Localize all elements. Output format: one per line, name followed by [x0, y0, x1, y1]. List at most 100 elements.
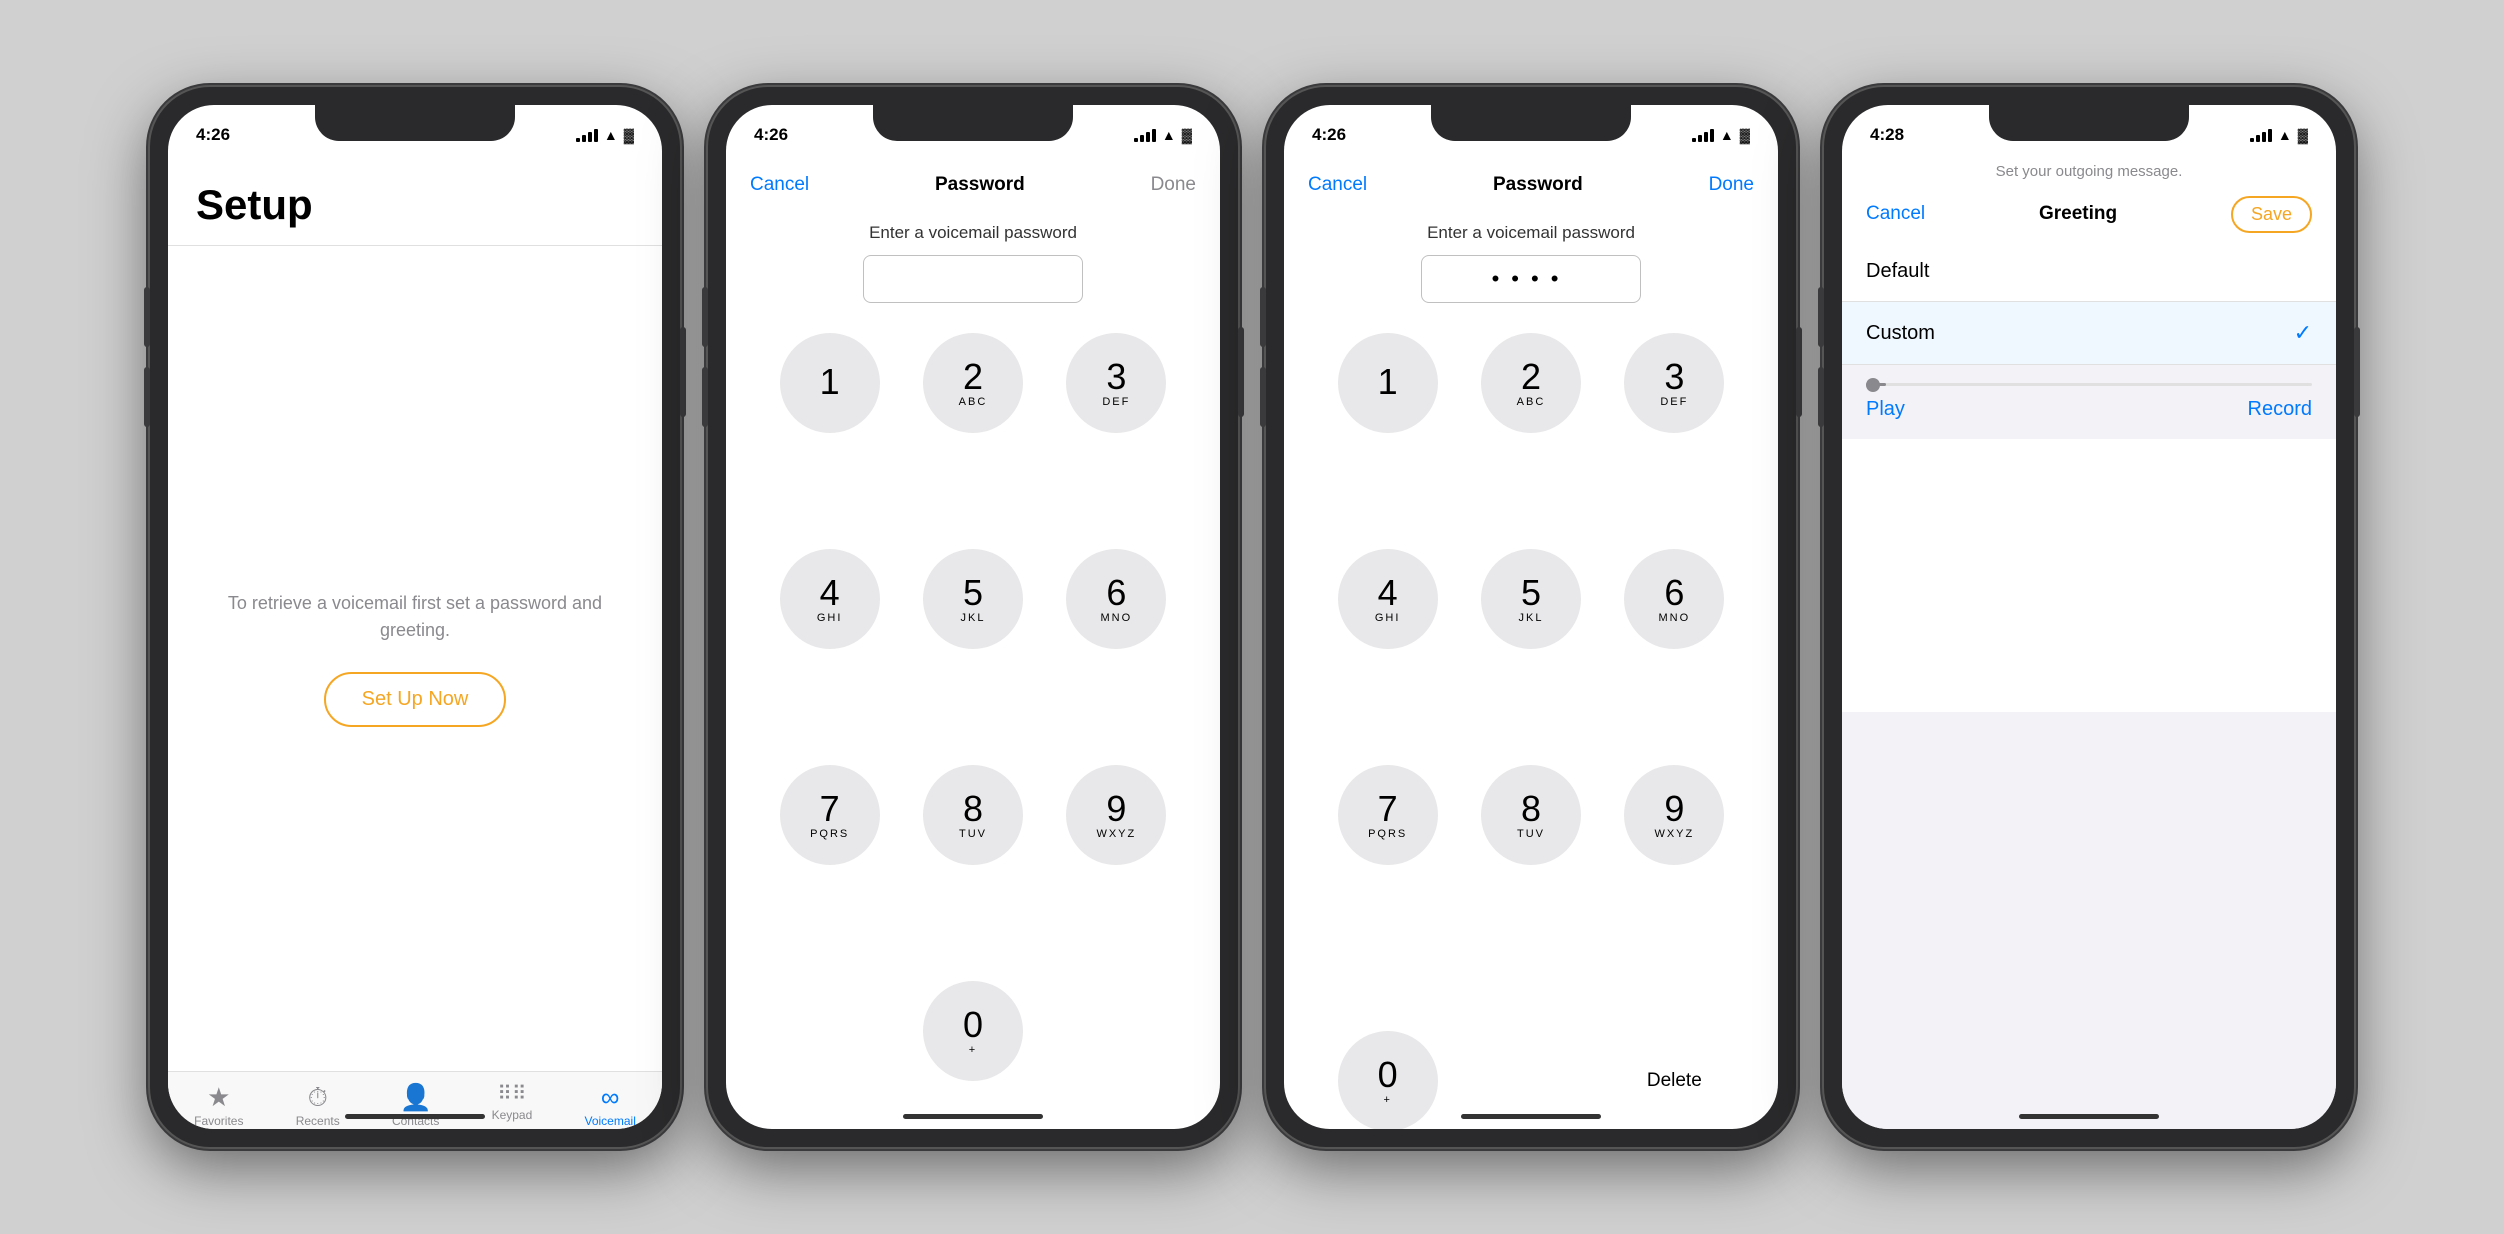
home-indicator-2	[903, 1114, 1043, 1119]
status-time-2: 4:26	[754, 125, 788, 145]
keypad-3: 1 2 ABC 3 DEF 4 GHI	[1284, 333, 1778, 1129]
password-hint-3: Enter a voicemail password	[1284, 223, 1778, 243]
done-button-2[interactable]: Done	[1151, 174, 1196, 196]
key-3-phone3[interactable]: 3 DEF	[1624, 333, 1724, 433]
wifi-icon-3: ▲	[1720, 127, 1734, 143]
key-8-phone2[interactable]: 8 TUV	[923, 765, 1023, 865]
cancel-button-2[interactable]: Cancel	[750, 174, 809, 196]
checkmark-icon: ✓	[2294, 320, 2312, 346]
key-0-phone2[interactable]: 0 +	[923, 981, 1023, 1081]
vol-up-button-2[interactable]	[702, 287, 708, 347]
power-button-4[interactable]	[2354, 327, 2360, 417]
power-button-3[interactable]	[1796, 327, 1802, 417]
home-indicator-3	[1461, 1114, 1601, 1119]
contacts-icon: 👤	[399, 1084, 431, 1110]
key-2-phone2[interactable]: 2 ABC	[923, 333, 1023, 433]
sb4-3	[1710, 129, 1714, 142]
power-button[interactable]	[680, 327, 686, 417]
key-num-4-3: 4	[1378, 575, 1398, 611]
key-num-8-3: 8	[1521, 791, 1541, 827]
vol-up-button-4[interactable]	[1818, 287, 1824, 347]
key-num-4-2: 4	[820, 575, 840, 611]
vol-down-button-4[interactable]	[1818, 367, 1824, 427]
signal-bar-1	[576, 138, 580, 142]
status-icons-3: ▲ ▓	[1692, 127, 1750, 143]
key-num-3-3: 3	[1664, 359, 1684, 395]
done-button-3[interactable]: Done	[1709, 174, 1754, 196]
status-time-3: 4:26	[1312, 125, 1346, 145]
password-title-3: Password	[1493, 174, 1583, 196]
key-7-phone3[interactable]: 7 PQRS	[1338, 765, 1438, 865]
status-icons-2: ▲ ▓	[1134, 127, 1192, 143]
tab-keypad[interactable]: ⠿⠿ Keypad	[492, 1084, 533, 1122]
tab-keypad-label: Keypad	[492, 1108, 533, 1122]
battery-icon-2: ▓	[1182, 127, 1192, 143]
vol-down-button-3[interactable]	[1260, 367, 1266, 427]
tab-recents[interactable]: ⏱ Recents	[296, 1084, 340, 1128]
vol-down-button[interactable]	[144, 367, 150, 427]
tab-contacts[interactable]: 👤 Contacts	[392, 1084, 439, 1128]
greeting-option-default[interactable]: Default	[1842, 242, 2336, 302]
key-num-7-3: 7	[1378, 791, 1398, 827]
vol-up-button-3[interactable]	[1260, 287, 1266, 347]
tab-favorites[interactable]: ★ Favorites	[194, 1084, 243, 1128]
setup-screen: Setup To retrieve a voicemail first set …	[168, 157, 662, 1129]
vol-down-button-2[interactable]	[702, 367, 708, 427]
cancel-button-4[interactable]: Cancel	[1866, 203, 1925, 225]
key-sub-4-2: GHI	[817, 613, 843, 624]
sb1-4	[2250, 138, 2254, 142]
key-num-0-2: 0	[963, 1007, 983, 1043]
phone-setup: 4:26 ▲ ▓ Setup To retrieve a vo	[150, 87, 680, 1147]
key-7-phone2[interactable]: 7 PQRS	[780, 765, 880, 865]
key-2-phone3[interactable]: 2 ABC	[1481, 333, 1581, 433]
cancel-button-3[interactable]: Cancel	[1308, 174, 1367, 196]
tab-voicemail-label: Voicemail	[585, 1114, 636, 1128]
key-5-phone2[interactable]: 5 JKL	[923, 549, 1023, 649]
key-sub-8-3: TUV	[1517, 829, 1545, 840]
delete-button[interactable]: Delete	[1647, 981, 1702, 1129]
password-field-filled[interactable]: ••••	[1421, 255, 1641, 303]
record-button[interactable]: Record	[2248, 398, 2312, 421]
key-num-9-2: 9	[1106, 791, 1126, 827]
key-sub-7-3: PQRS	[1368, 829, 1407, 840]
key-0-phone3[interactable]: 0 +	[1338, 1031, 1438, 1129]
recents-icon: ⏱	[308, 1084, 328, 1110]
key-4-phone2[interactable]: 4 GHI	[780, 549, 880, 649]
password-screen-empty: Cancel Password Done Enter a voicemail p…	[726, 157, 1220, 1129]
key-6-phone2[interactable]: 6 MNO	[1066, 549, 1166, 649]
key-num-0-3: 0	[1378, 1057, 1398, 1093]
play-button[interactable]: Play	[1866, 398, 1905, 421]
voicemail-icon: ∞	[601, 1084, 620, 1110]
key-1-phone3[interactable]: 1	[1338, 333, 1438, 433]
wifi-icon-4: ▲	[2278, 127, 2292, 143]
sb3-3	[1704, 132, 1708, 142]
keypad-icon: ⠿⠿	[497, 1084, 526, 1104]
key-4-phone3[interactable]: 4 GHI	[1338, 549, 1438, 649]
tab-voicemail[interactable]: ∞ Voicemail	[585, 1084, 636, 1128]
greeting-hint: Set your outgoing message.	[1842, 157, 2336, 186]
key-sub-6-3: MNO	[1658, 613, 1690, 624]
key-num-5-2: 5	[963, 575, 983, 611]
password-title-2: Password	[935, 174, 1025, 196]
key-3-phone2[interactable]: 3 DEF	[1066, 333, 1166, 433]
power-button-2[interactable]	[1238, 327, 1244, 417]
setup-now-button[interactable]: Set Up Now	[324, 672, 507, 727]
sb2-3	[1698, 135, 1702, 142]
key-1-phone2[interactable]: 1	[780, 333, 880, 433]
password-field-empty[interactable]	[863, 255, 1083, 303]
key-8-phone3[interactable]: 8 TUV	[1481, 765, 1581, 865]
audio-progress-bar[interactable]	[1866, 383, 2312, 386]
player-controls: Play Record	[1866, 398, 2312, 421]
key-5-phone3[interactable]: 5 JKL	[1481, 549, 1581, 649]
key-9-phone2[interactable]: 9 WXYZ	[1066, 765, 1166, 865]
keypad-2: 1 2 ABC 3 DEF 4 GHI	[726, 333, 1220, 1129]
phone-password-filled: 4:26 ▲ ▓ Cancel Password Done	[1266, 87, 1796, 1147]
key-9-phone3[interactable]: 9 WXYZ	[1624, 765, 1724, 865]
key-sub-6-2: MNO	[1100, 613, 1132, 624]
greeting-footer	[1842, 712, 2336, 1130]
save-button[interactable]: Save	[2231, 196, 2312, 233]
greeting-option-custom[interactable]: Custom ✓	[1842, 302, 2336, 365]
home-indicator-1	[345, 1114, 485, 1119]
vol-up-button[interactable]	[144, 287, 150, 347]
key-6-phone3[interactable]: 6 MNO	[1624, 549, 1724, 649]
